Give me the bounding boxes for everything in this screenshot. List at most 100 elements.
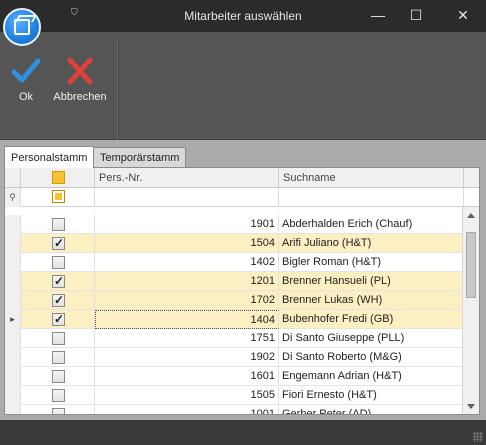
tab-personalstamm[interactable]: Personalstamm: [4, 146, 95, 168]
row-indicator[interactable]: [5, 234, 21, 253]
row-indicator[interactable]: [5, 405, 21, 414]
row-indicator[interactable]: [5, 367, 21, 386]
table-row[interactable]: ✓ 1702 Brenner Lukas (WH): [5, 291, 464, 310]
grid-header: Pers.-Nr. Suchname: [5, 168, 479, 188]
vertical-scrollbar[interactable]: [462, 207, 479, 414]
pers-nr-cell[interactable]: 1901: [95, 215, 279, 234]
filter-select-cell[interactable]: [21, 188, 95, 207]
row-checkbox[interactable]: ✓: [52, 293, 65, 307]
content-area: Personalstamm Temporärstamm Pers.-Nr. Su…: [0, 140, 486, 420]
row-select-cell[interactable]: [21, 215, 95, 234]
row-checkbox[interactable]: [52, 389, 65, 402]
maximize-button[interactable]: ☐: [398, 0, 434, 30]
checkmark-icon: ✓: [54, 274, 65, 288]
row-indicator[interactable]: [5, 272, 21, 291]
checkmark-icon: ✓: [54, 236, 65, 250]
scroll-thumb[interactable]: [466, 232, 476, 298]
row-indicator[interactable]: ▸: [5, 310, 21, 329]
row-checkbox[interactable]: [52, 370, 65, 383]
table-row[interactable]: 1902 Di Santo Roberto (M&G): [5, 348, 464, 367]
row-select-cell[interactable]: ✓: [21, 291, 95, 310]
scroll-up-icon[interactable]: [467, 213, 475, 218]
suchname-cell[interactable]: Arifi Juliano (H&T): [279, 234, 464, 253]
table-row[interactable]: ✓ 1201 Brenner Hansueli (PL): [5, 272, 464, 291]
pers-nr-cell[interactable]: 1902: [95, 348, 279, 367]
select-all-checkbox[interactable]: [52, 171, 65, 184]
header-select-all[interactable]: [21, 168, 95, 188]
suchname-cell[interactable]: Brenner Hansueli (PL): [279, 272, 464, 291]
suchname-cell[interactable]: Engemann Adrian (H&T): [279, 367, 464, 386]
pers-nr-cell[interactable]: 1201: [95, 272, 279, 291]
suchname-cell[interactable]: Fiori Ernesto (H&T): [279, 386, 464, 405]
pers-nr-cell[interactable]: 1404: [95, 310, 279, 329]
row-indicator[interactable]: [5, 253, 21, 272]
ok-button[interactable]: Ok: [8, 57, 44, 103]
header-suchname[interactable]: Suchname: [279, 168, 464, 188]
pers-nr-cell[interactable]: 1001: [95, 405, 279, 414]
row-checkbox[interactable]: [52, 351, 65, 364]
row-checkbox[interactable]: [52, 408, 65, 414]
suchname-cell[interactable]: Gerber Peter (AD): [279, 405, 464, 414]
suchname-cell[interactable]: Di Santo Giuseppe (PLL): [279, 329, 464, 348]
close-button[interactable]: ✕: [445, 0, 481, 30]
row-select-cell[interactable]: [21, 367, 95, 386]
table-row[interactable]: 1402 Bigler Roman (H&T): [5, 253, 464, 272]
row-indicator[interactable]: [5, 348, 21, 367]
tab-temporaerstamm[interactable]: Temporärstamm: [93, 147, 187, 168]
table-row[interactable]: 1601 Engemann Adrian (H&T): [5, 367, 464, 386]
suchname-cell[interactable]: Brenner Lukas (WH): [279, 291, 464, 310]
title-bar: ⛉ Mitarbeiter auswählen — ☐ ✕: [0, 0, 486, 46]
row-select-cell[interactable]: [21, 386, 95, 405]
scroll-down-icon[interactable]: [467, 404, 475, 409]
table-row[interactable]: 1751 Di Santo Giuseppe (PLL): [5, 329, 464, 348]
ribbon-separator: [117, 40, 119, 140]
pers-nr-cell[interactable]: 1504: [95, 234, 279, 253]
row-checkbox[interactable]: [52, 218, 65, 231]
table-row[interactable]: 1001 Gerber Peter (AD): [5, 405, 464, 414]
employee-grid: Pers.-Nr. Suchname ⚲ 1901 Abderhalden Eri…: [4, 167, 480, 415]
row-checkbox[interactable]: [52, 256, 65, 269]
table-row[interactable]: 1901 Abderhalden Erich (Chauf): [5, 215, 464, 234]
row-select-cell[interactable]: ✓: [21, 234, 95, 253]
minimize-button[interactable]: —: [360, 0, 396, 30]
app-cube-icon[interactable]: [3, 8, 41, 46]
status-bar: [0, 420, 486, 445]
checkmark-icon: ✓: [54, 293, 65, 307]
table-row[interactable]: ▸ ✓ 1404 Bubenhofer Fredi (GB): [5, 310, 464, 329]
pers-nr-cell[interactable]: 1601: [95, 367, 279, 386]
pers-nr-cell[interactable]: 1751: [95, 329, 279, 348]
row-indicator[interactable]: [5, 215, 21, 234]
row-select-cell[interactable]: [21, 253, 95, 272]
filter-icon: ⚲: [5, 188, 21, 207]
checkmark-icon: ✓: [54, 312, 65, 326]
pers-nr-cell[interactable]: 1702: [95, 291, 279, 310]
cancel-button[interactable]: Abbrechen: [52, 57, 108, 103]
row-indicator[interactable]: [5, 329, 21, 348]
row-select-cell[interactable]: [21, 405, 95, 414]
check-icon: [11, 58, 41, 83]
filter-suchname[interactable]: [279, 188, 464, 207]
row-indicator[interactable]: [5, 291, 21, 310]
ok-label: Ok: [18, 91, 34, 103]
suchname-cell[interactable]: Bigler Roman (H&T): [279, 253, 464, 272]
row-select-cell[interactable]: [21, 348, 95, 367]
suchname-cell[interactable]: Abderhalden Erich (Chauf): [279, 215, 464, 234]
pers-nr-cell[interactable]: 1402: [95, 253, 279, 272]
header-pers-nr[interactable]: Pers.-Nr.: [95, 168, 279, 188]
resize-grip-icon[interactable]: [473, 432, 483, 442]
filter-pers-nr[interactable]: [95, 188, 279, 207]
row-select-cell[interactable]: [21, 329, 95, 348]
row-select-cell[interactable]: ✓: [21, 272, 95, 291]
suchname-cell[interactable]: Di Santo Roberto (M&G): [279, 348, 464, 367]
pers-nr-cell[interactable]: 1505: [95, 386, 279, 405]
row-select-cell[interactable]: ✓: [21, 310, 95, 329]
table-row[interactable]: 1505 Fiori Ernesto (H&T): [5, 386, 464, 405]
row-checkbox[interactable]: [52, 332, 65, 345]
row-checkbox[interactable]: ✓: [52, 236, 65, 250]
filter-checkbox[interactable]: [52, 190, 65, 203]
row-indicator[interactable]: [5, 386, 21, 405]
suchname-cell[interactable]: Bubenhofer Fredi (GB): [279, 310, 464, 329]
row-checkbox[interactable]: ✓: [52, 274, 65, 288]
table-row[interactable]: ✓ 1504 Arifi Juliano (H&T): [5, 234, 464, 253]
row-checkbox[interactable]: ✓: [52, 312, 65, 326]
